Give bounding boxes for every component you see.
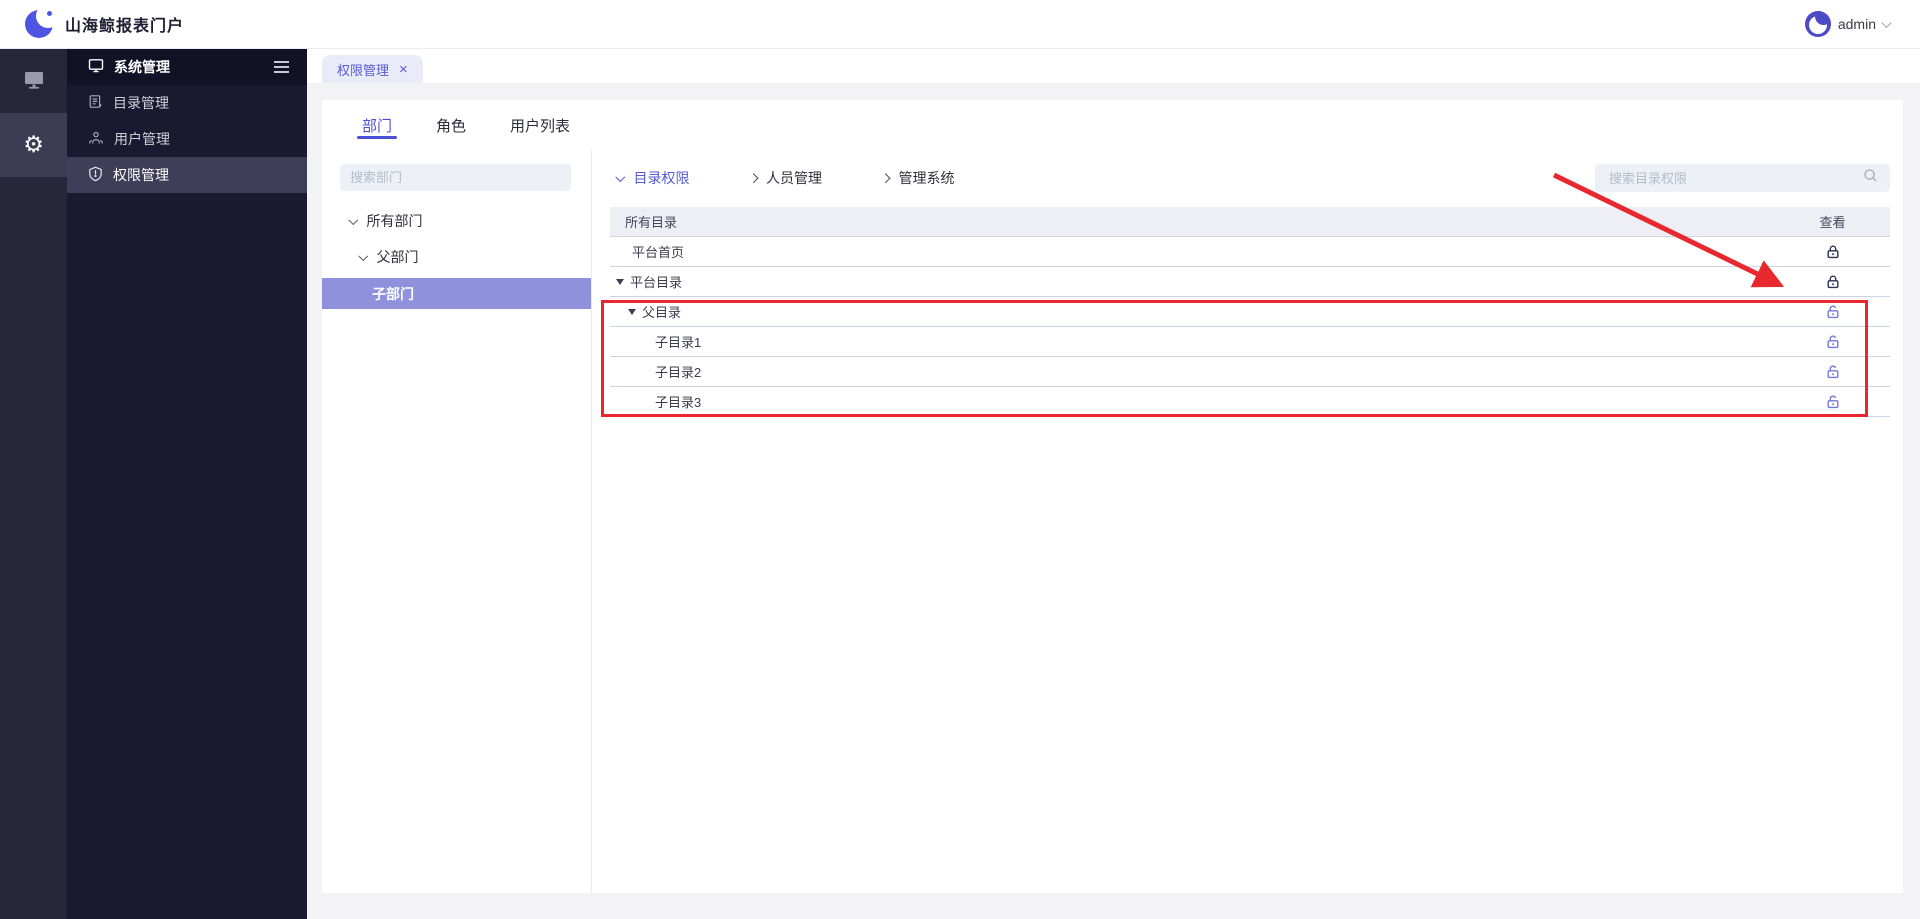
tree-node[interactable]: 子部门: [322, 278, 591, 309]
directory-label: 子目录3: [655, 395, 702, 410]
chevron-down-icon: [1881, 17, 1892, 28]
section-label: 人员管理: [766, 170, 822, 186]
screen-icon: [88, 58, 104, 76]
sidebar-item-user-management[interactable]: 用户管理: [67, 121, 307, 157]
chevron-down-icon[interactable]: [348, 214, 358, 225]
table-row[interactable]: 平台首页: [610, 237, 1890, 267]
user-menu[interactable]: admin: [1804, 11, 1892, 37]
table-row[interactable]: 平台目录: [610, 267, 1890, 297]
directory-label: 平台目录: [630, 275, 683, 290]
section-label: 目录权限: [633, 170, 690, 186]
section-tab-0[interactable]: 目录权限: [615, 168, 690, 188]
table-row[interactable]: 子目录3: [610, 387, 1890, 417]
close-icon[interactable]: ×: [399, 62, 408, 77]
content-area: 权限管理 × 部门 角色 用户列表 所有部门父部门子部门 目录权限 人员管理 管理系统: [307, 49, 1920, 919]
lock-open-icon[interactable]: [1775, 364, 1890, 380]
lock-closed-icon[interactable]: [1775, 244, 1890, 260]
table-header-directories: 所有目录: [625, 215, 678, 230]
monitor-icon: [23, 69, 45, 94]
app-logo-icon: [25, 4, 60, 38]
chevron-down-icon[interactable]: [358, 250, 368, 261]
directory-label: 父目录: [642, 305, 682, 320]
search-permission-input[interactable]: [1607, 169, 1863, 187]
sidebar-item-directory-management[interactable]: 目录管理: [67, 85, 307, 121]
lock-open-icon[interactable]: [1775, 394, 1890, 410]
tree-node[interactable]: 所有部门: [340, 203, 571, 239]
user-name: admin: [1837, 16, 1876, 32]
table-row[interactable]: 子目录2: [610, 357, 1890, 387]
tree-node[interactable]: 父部门: [340, 239, 571, 275]
users-icon: [88, 131, 104, 148]
tab-role[interactable]: 角色: [436, 100, 466, 150]
page-tab-label: 权限管理: [337, 62, 390, 78]
tab-user-list[interactable]: 用户列表: [510, 100, 570, 150]
sidebar-item-label: 目录管理: [113, 95, 169, 111]
shield-icon: [88, 166, 103, 185]
tree-node-label: 子部门: [372, 285, 414, 302]
sidebar-item-label: 权限管理: [113, 167, 169, 183]
table-row[interactable]: 父目录: [610, 297, 1890, 327]
department-panel: 所有部门父部门子部门: [322, 150, 592, 893]
user-avatar: [1804, 11, 1831, 37]
sidebar-item-permission-management[interactable]: 权限管理: [67, 157, 307, 193]
search-department-input[interactable]: [340, 164, 571, 191]
topbar: 山海鲸报表门户 admin: [0, 0, 1920, 49]
gear-icon: ⚙: [23, 131, 44, 158]
tree-node-label: 父部门: [376, 249, 419, 265]
page-tab-permission[interactable]: 权限管理 ×: [322, 55, 423, 83]
permission-sections: 目录权限 人员管理 管理系统: [610, 164, 1890, 192]
department-tree: 所有部门父部门子部门: [322, 203, 591, 309]
directory-label: 子目录1: [655, 335, 702, 350]
directory-label: 平台首页: [632, 245, 685, 260]
lock-closed-icon[interactable]: [1775, 274, 1890, 290]
document-icon: [88, 94, 103, 112]
directory-label: 子目录2: [655, 365, 702, 380]
search-permission-box: [1595, 164, 1890, 192]
table-row[interactable]: 子目录1: [610, 327, 1890, 357]
lock-open-icon[interactable]: [1775, 304, 1890, 320]
caret-down-icon[interactable]: [616, 278, 624, 285]
section-tab-2[interactable]: 管理系统: [880, 168, 955, 188]
app-title: 山海鲸报表门户: [65, 18, 185, 35]
permission-table: 所有目录 查看 平台首页平台目录父目录子目录1 子目录2 子目录3: [610, 207, 1890, 417]
sidebar-item-label: 用户管理: [114, 131, 170, 147]
tree-node-label: 所有部门: [366, 213, 423, 229]
rail-item-screens[interactable]: [0, 49, 67, 113]
menu-collapse-icon[interactable]: [274, 61, 289, 73]
section-label: 管理系统: [898, 170, 955, 186]
app-rail: ⚙: [0, 49, 67, 919]
tab-label: 部门: [362, 117, 393, 135]
tab-label: 用户列表: [510, 117, 571, 135]
content-card: 部门 角色 用户列表 所有部门父部门子部门 目录权限 人员管理 管理系统: [322, 100, 1903, 893]
table-header-row: 所有目录 查看: [610, 207, 1890, 237]
lock-open-icon[interactable]: [1775, 334, 1890, 350]
permission-panel: 目录权限 人员管理 管理系统 搜索目录权限 所有目录 查看 平台首页 平台目录 …: [592, 150, 1903, 893]
tab-department[interactable]: 部门: [356, 100, 398, 150]
section-tab-1[interactable]: 人员管理: [748, 168, 822, 188]
sidebar-header-label: 系统管理: [114, 59, 170, 75]
page-tabstrip: 权限管理 ×: [307, 49, 1920, 83]
sidebar-header[interactable]: 系统管理: [67, 49, 307, 85]
chevron-right-icon: [880, 173, 890, 183]
sidebar: 系统管理 目录管理用户管理权限管理: [67, 49, 307, 919]
rail-item-settings[interactable]: ⚙: [0, 113, 67, 177]
search-icon: [1863, 168, 1878, 188]
table-header-view: 查看: [1819, 215, 1846, 230]
tab-label: 角色: [436, 117, 467, 135]
chevron-right-icon: [748, 173, 758, 183]
tabs-bar: 部门 角色 用户列表: [322, 100, 1903, 150]
caret-down-icon[interactable]: [628, 308, 636, 315]
chevron-down-icon: [615, 171, 625, 182]
